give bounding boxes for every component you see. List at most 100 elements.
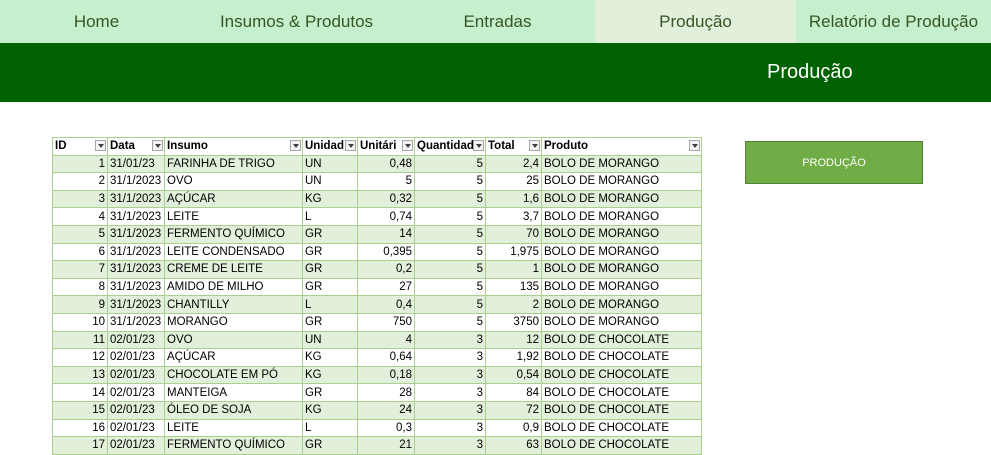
filter-dropdown-icon[interactable] (689, 140, 700, 151)
cell-unidade[interactable]: UN (302, 154, 358, 174)
cell-id[interactable]: 10 (52, 312, 108, 332)
cell-unitario[interactable]: 24 (357, 400, 415, 420)
filter-dropdown-icon[interactable] (529, 140, 540, 151)
cell-id[interactable]: 13 (52, 365, 108, 385)
cell-quantidade[interactable]: 3 (414, 383, 486, 402)
filter-dropdown-icon[interactable] (345, 140, 356, 151)
cell-unidade[interactable]: GR (302, 277, 358, 297)
cell-unidade[interactable]: GR (302, 242, 358, 262)
cell-data[interactable]: 02/01/23 (107, 418, 165, 438)
cell-insumo[interactable]: OVO (164, 330, 303, 350)
cell-insumo[interactable]: FARINHA DE TRIGO (164, 154, 303, 174)
cell-data[interactable]: 02/01/23 (107, 365, 165, 385)
cell-id[interactable]: 2 (52, 172, 108, 191)
cell-unidade[interactable]: UN (302, 330, 358, 350)
cell-total[interactable]: 1,975 (485, 242, 542, 262)
cell-quantidade[interactable]: 5 (414, 172, 486, 191)
cell-insumo[interactable]: LEITE (164, 207, 303, 226)
cell-data[interactable]: 31/1/2023 (107, 207, 165, 226)
cell-unidade[interactable]: GR (302, 436, 358, 455)
cell-unidade[interactable]: UN (302, 172, 358, 191)
cell-insumo[interactable]: LEITE (164, 418, 303, 438)
cell-id[interactable]: 11 (52, 330, 108, 350)
cell-produto[interactable]: BOLO DE MORANGO (541, 207, 702, 226)
cell-quantidade[interactable]: 3 (414, 418, 486, 438)
cell-total[interactable]: 1 (485, 260, 542, 279)
cell-total[interactable]: 0,9 (485, 418, 542, 438)
cell-data[interactable]: 31/1/2023 (107, 295, 165, 314)
cell-id[interactable]: 5 (52, 224, 108, 244)
cell-quantidade[interactable]: 5 (414, 207, 486, 226)
cell-insumo[interactable]: FERMENTO QUÍMICO (164, 436, 303, 455)
cell-quantidade[interactable]: 3 (414, 348, 486, 367)
cell-quantidade[interactable]: 5 (414, 260, 486, 279)
cell-total[interactable]: 1,6 (485, 189, 542, 209)
cell-unidade[interactable]: L (302, 418, 358, 438)
tab-home[interactable]: Home (0, 0, 193, 43)
cell-data[interactable]: 02/01/23 (107, 400, 165, 420)
cell-data[interactable]: 02/01/23 (107, 436, 165, 455)
cell-unitario[interactable]: 0,32 (357, 189, 415, 209)
cell-id[interactable]: 17 (52, 436, 108, 455)
filter-dropdown-icon[interactable] (473, 140, 484, 151)
producao-button[interactable]: PRODUÇÃO (745, 141, 923, 184)
cell-produto[interactable]: BOLO DE MORANGO (541, 172, 702, 191)
tab-insumos-produtos[interactable]: Insumos & Produtos (193, 0, 400, 43)
cell-unitario[interactable]: 0,395 (357, 242, 415, 262)
cell-id[interactable]: 16 (52, 418, 108, 438)
cell-produto[interactable]: BOLO DE MORANGO (541, 189, 702, 209)
cell-quantidade[interactable]: 5 (414, 295, 486, 314)
cell-produto[interactable]: BOLO DE CHOCOLATE (541, 383, 702, 402)
cell-insumo[interactable]: CHOCOLATE EM PÓ (164, 365, 303, 385)
cell-data[interactable]: 02/01/23 (107, 348, 165, 367)
cell-total[interactable]: 63 (485, 436, 542, 455)
cell-id[interactable]: 14 (52, 383, 108, 402)
cell-unidade[interactable]: GR (302, 260, 358, 279)
cell-id[interactable]: 4 (52, 207, 108, 226)
cell-unitario[interactable]: 0,74 (357, 207, 415, 226)
cell-data[interactable]: 31/1/2023 (107, 242, 165, 262)
filter-dropdown-icon[interactable] (152, 140, 163, 151)
cell-insumo[interactable]: CREME DE LEITE (164, 260, 303, 279)
cell-data[interactable]: 31/1/2023 (107, 224, 165, 244)
cell-data[interactable]: 31/1/2023 (107, 260, 165, 279)
filter-dropdown-icon[interactable] (402, 140, 413, 151)
cell-unidade[interactable]: KG (302, 400, 358, 420)
cell-total[interactable]: 84 (485, 383, 542, 402)
cell-total[interactable]: 70 (485, 224, 542, 244)
cell-insumo[interactable]: ÓLEO DE SOJA (164, 400, 303, 420)
cell-quantidade[interactable]: 3 (414, 436, 486, 455)
cell-produto[interactable]: BOLO DE CHOCOLATE (541, 330, 702, 350)
cell-produto[interactable]: BOLO DE MORANGO (541, 260, 702, 279)
cell-unitario[interactable]: 14 (357, 224, 415, 244)
cell-total[interactable]: 3750 (485, 312, 542, 332)
cell-unitario[interactable]: 27 (357, 277, 415, 297)
cell-id[interactable]: 7 (52, 260, 108, 279)
cell-quantidade[interactable]: 5 (414, 224, 486, 244)
cell-produto[interactable]: BOLO DE CHOCOLATE (541, 348, 702, 367)
cell-unidade[interactable]: GR (302, 312, 358, 332)
cell-total[interactable]: 135 (485, 277, 542, 297)
cell-unidade[interactable]: KG (302, 348, 358, 367)
cell-data[interactable]: 31/1/2023 (107, 189, 165, 209)
cell-quantidade[interactable]: 3 (414, 365, 486, 385)
cell-produto[interactable]: BOLO DE CHOCOLATE (541, 400, 702, 420)
cell-quantidade[interactable]: 5 (414, 154, 486, 174)
cell-data[interactable]: 02/01/23 (107, 330, 165, 350)
cell-insumo[interactable]: AÇÚCAR (164, 348, 303, 367)
cell-unidade[interactable]: GR (302, 224, 358, 244)
tab-producao[interactable]: Produção (595, 0, 796, 43)
cell-total[interactable]: 0,54 (485, 365, 542, 385)
cell-total[interactable]: 72 (485, 400, 542, 420)
cell-id[interactable]: 6 (52, 242, 108, 262)
cell-unitario[interactable]: 0,3 (357, 418, 415, 438)
cell-total[interactable]: 2,4 (485, 154, 542, 174)
cell-quantidade[interactable]: 5 (414, 312, 486, 332)
cell-insumo[interactable]: LEITE CONDENSADO (164, 242, 303, 262)
cell-data[interactable]: 31/01/23 (107, 154, 165, 174)
cell-unidade[interactable]: L (302, 207, 358, 226)
cell-unitario[interactable]: 28 (357, 383, 415, 402)
cell-unitario[interactable]: 0,4 (357, 295, 415, 314)
filter-dropdown-icon[interactable] (290, 140, 301, 151)
cell-unitario[interactable]: 0,64 (357, 348, 415, 367)
